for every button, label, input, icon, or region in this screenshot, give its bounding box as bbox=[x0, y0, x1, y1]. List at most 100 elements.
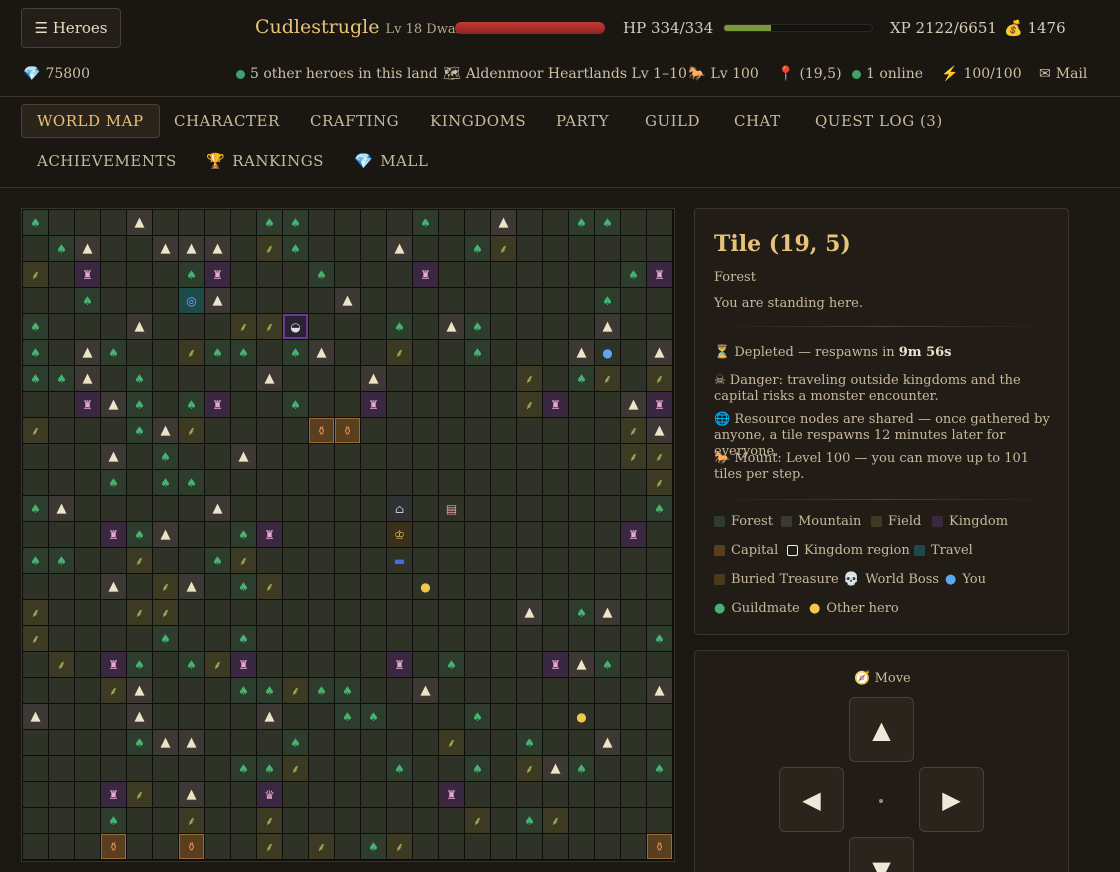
map-tile[interactable] bbox=[491, 418, 516, 443]
map-tile[interactable]: ♜ bbox=[205, 262, 230, 287]
map-tile[interactable] bbox=[101, 288, 126, 313]
map-tile[interactable] bbox=[283, 496, 308, 521]
map-tile[interactable]: ▲ bbox=[595, 600, 620, 625]
map-tile[interactable] bbox=[361, 678, 386, 703]
map-tile[interactable] bbox=[413, 288, 438, 313]
map-tile[interactable]: ⸙ bbox=[439, 730, 464, 755]
map-tile[interactable] bbox=[595, 574, 620, 599]
map-tile[interactable] bbox=[647, 236, 672, 261]
map-tile[interactable]: ♠ bbox=[283, 340, 308, 365]
map-tile[interactable]: ♠ bbox=[231, 574, 256, 599]
map-tile[interactable] bbox=[205, 314, 230, 339]
map-tile[interactable] bbox=[413, 418, 438, 443]
map-tile[interactable] bbox=[465, 834, 490, 859]
map-tile[interactable]: ♠ bbox=[101, 470, 126, 495]
map-tile[interactable]: ♠ bbox=[465, 756, 490, 781]
map-tile[interactable]: ♠ bbox=[257, 756, 282, 781]
map-tile[interactable] bbox=[361, 288, 386, 313]
map-tile[interactable] bbox=[491, 730, 516, 755]
map-tile[interactable]: ⸙ bbox=[647, 444, 672, 469]
map-tile[interactable]: ♠ bbox=[23, 210, 48, 235]
map-tile[interactable] bbox=[491, 548, 516, 573]
map-tile[interactable] bbox=[517, 626, 542, 651]
map-tile[interactable] bbox=[543, 704, 568, 729]
map-tile[interactable] bbox=[257, 730, 282, 755]
map-tile[interactable]: ▲ bbox=[101, 392, 126, 417]
map-tile[interactable] bbox=[595, 678, 620, 703]
map-tile[interactable] bbox=[465, 392, 490, 417]
map-tile[interactable]: ♠ bbox=[595, 288, 620, 313]
map-tile[interactable] bbox=[49, 262, 74, 287]
map-tile[interactable]: ♜ bbox=[621, 522, 646, 547]
map-tile[interactable] bbox=[283, 366, 308, 391]
map-tile[interactable] bbox=[153, 340, 178, 365]
map-tile[interactable] bbox=[439, 210, 464, 235]
map-tile[interactable]: ♠ bbox=[179, 652, 204, 677]
map-tile[interactable] bbox=[335, 782, 360, 807]
map-tile[interactable]: ⸙ bbox=[23, 600, 48, 625]
map-tile[interactable]: ♠ bbox=[127, 652, 152, 677]
map-tile[interactable] bbox=[179, 366, 204, 391]
map-tile[interactable]: ⸙ bbox=[283, 756, 308, 781]
map-tile[interactable]: ▲ bbox=[569, 652, 594, 677]
map-tile[interactable] bbox=[543, 496, 568, 521]
map-tile[interactable] bbox=[283, 548, 308, 573]
map-tile[interactable]: ♜ bbox=[413, 262, 438, 287]
map-tile[interactable] bbox=[335, 600, 360, 625]
map-tile[interactable]: ♠ bbox=[361, 834, 386, 859]
tab-character[interactable]: CHARACTER bbox=[174, 104, 280, 138]
map-tile[interactable]: ♠ bbox=[309, 262, 334, 287]
map-tile[interactable] bbox=[75, 418, 100, 443]
map-tile[interactable]: ⸙ bbox=[387, 340, 412, 365]
map-tile[interactable] bbox=[361, 262, 386, 287]
map-tile[interactable] bbox=[101, 704, 126, 729]
map-tile[interactable] bbox=[75, 496, 100, 521]
map-tile[interactable] bbox=[153, 808, 178, 833]
map-tile[interactable]: ♜ bbox=[647, 262, 672, 287]
map-tile[interactable] bbox=[569, 496, 594, 521]
map-tile[interactable]: ▲ bbox=[153, 730, 178, 755]
map-tile[interactable] bbox=[283, 834, 308, 859]
map-tile[interactable] bbox=[205, 704, 230, 729]
tab-guild[interactable]: GUILD bbox=[645, 104, 700, 138]
map-tile[interactable]: ♠ bbox=[621, 262, 646, 287]
map-tile[interactable] bbox=[231, 366, 256, 391]
map-tile[interactable] bbox=[543, 782, 568, 807]
map-tile[interactable] bbox=[621, 600, 646, 625]
tab-crafting[interactable]: CRAFTING bbox=[310, 104, 399, 138]
map-tile[interactable] bbox=[361, 782, 386, 807]
map-tile[interactable] bbox=[413, 236, 438, 261]
map-tile[interactable] bbox=[543, 288, 568, 313]
map-tile[interactable] bbox=[439, 340, 464, 365]
map-tile[interactable]: ⸙ bbox=[621, 444, 646, 469]
map-tile[interactable] bbox=[491, 626, 516, 651]
map-tile[interactable] bbox=[621, 340, 646, 365]
map-tile[interactable]: ♠ bbox=[335, 704, 360, 729]
map-tile[interactable] bbox=[75, 730, 100, 755]
map-tile[interactable] bbox=[491, 756, 516, 781]
map-tile[interactable] bbox=[153, 756, 178, 781]
map-tile[interactable] bbox=[465, 496, 490, 521]
map-tile[interactable] bbox=[387, 678, 412, 703]
map-tile[interactable]: ▲ bbox=[335, 288, 360, 313]
tab-kingdoms[interactable]: KINGDOMS bbox=[430, 104, 526, 138]
map-tile[interactable] bbox=[569, 262, 594, 287]
map-tile[interactable] bbox=[153, 210, 178, 235]
map-tile[interactable] bbox=[465, 418, 490, 443]
map-tile[interactable] bbox=[621, 808, 646, 833]
map-tile[interactable] bbox=[75, 522, 100, 547]
map-tile[interactable] bbox=[153, 704, 178, 729]
map-tile[interactable] bbox=[569, 678, 594, 703]
map-tile[interactable]: ▲ bbox=[413, 678, 438, 703]
map-tile[interactable] bbox=[621, 652, 646, 677]
map-tile[interactable] bbox=[413, 704, 438, 729]
map-tile[interactable] bbox=[23, 834, 48, 859]
map-tile[interactable] bbox=[543, 522, 568, 547]
map-tile[interactable] bbox=[413, 782, 438, 807]
map-tile[interactable] bbox=[361, 808, 386, 833]
map-tile[interactable] bbox=[49, 418, 74, 443]
map-tile[interactable] bbox=[465, 782, 490, 807]
map-tile[interactable] bbox=[231, 834, 256, 859]
map-tile[interactable] bbox=[335, 834, 360, 859]
map-tile[interactable] bbox=[413, 600, 438, 625]
